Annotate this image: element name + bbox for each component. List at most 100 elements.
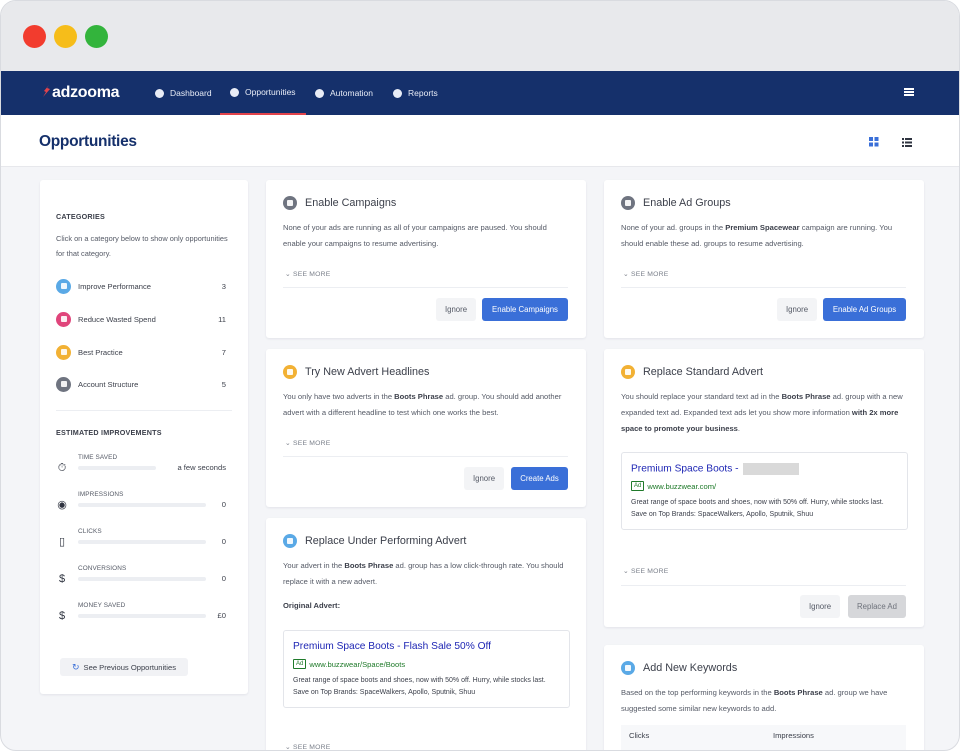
card-divider bbox=[283, 287, 568, 288]
categories-heading: CATEGORIES bbox=[56, 212, 105, 221]
estimate-value: 0 bbox=[221, 574, 226, 583]
nav-reports[interactable]: Reports bbox=[393, 71, 438, 115]
categories-help-text: Click on a category below to show only o… bbox=[56, 234, 228, 258]
nav-dashboard[interactable]: Dashboard bbox=[155, 71, 212, 115]
money-saved-icon: $ bbox=[58, 610, 66, 622]
category-account-structure[interactable]: Account Structure 5 bbox=[56, 376, 226, 392]
page-title: Opportunities bbox=[39, 133, 137, 150]
opportunity-card-replace-standard: Replace Standard Advert You should repla… bbox=[604, 349, 924, 627]
maximize-window-button[interactable] bbox=[85, 25, 108, 48]
see-more-link[interactable]: ⌄ SEE MORE bbox=[623, 567, 668, 575]
estimate-bar bbox=[78, 577, 206, 581]
improve-performance-icon bbox=[283, 534, 297, 548]
card-divider bbox=[621, 287, 906, 288]
mouse-icon: ▯ bbox=[58, 536, 66, 548]
minimize-window-button[interactable] bbox=[54, 25, 77, 48]
see-more-link[interactable]: ⌄ SEE MORE bbox=[285, 439, 330, 447]
card-divider bbox=[283, 456, 568, 457]
enable-ad-groups-button[interactable]: Enable Ad Groups bbox=[823, 298, 906, 321]
menu-icon[interactable] bbox=[904, 88, 914, 96]
estimate-time-saved: ⏱ TIME SAVED a few seconds bbox=[56, 454, 232, 482]
ad-description: Great range of space boots and shoes, no… bbox=[631, 499, 884, 518]
original-advert-label: Original Advert: bbox=[283, 601, 341, 610]
category-label: Best Practice bbox=[78, 347, 123, 357]
category-count: 7 bbox=[221, 347, 226, 357]
best-practice-icon bbox=[56, 344, 71, 360]
see-previous-opportunities-button[interactable]: ↻ See Previous Opportunities bbox=[60, 658, 188, 676]
account-structure-icon bbox=[283, 196, 297, 210]
enable-campaigns-button[interactable]: Enable Campaigns bbox=[482, 298, 568, 321]
brand-logo[interactable]: adzooma bbox=[41, 83, 120, 103]
clicks-column-header: Clicks bbox=[629, 731, 650, 740]
see-more-link[interactable]: ⌄ SEE MORE bbox=[285, 743, 330, 750]
category-label: Improve Performance bbox=[78, 281, 152, 291]
compass-icon bbox=[155, 88, 164, 98]
estimate-bar bbox=[78, 614, 206, 618]
card-divider bbox=[621, 585, 906, 586]
opportunity-card-add-keywords: Add New Keywords Based on the top perfor… bbox=[604, 645, 924, 750]
estimate-value: 0 bbox=[221, 537, 226, 546]
opportunity-title: Add New Keywords bbox=[643, 662, 738, 674]
estimate-value: £0 bbox=[217, 611, 226, 620]
category-improve-performance[interactable]: Improve Performance 3 bbox=[56, 278, 226, 294]
opportunity-title: Replace Standard Advert bbox=[643, 366, 764, 378]
category-best-practice[interactable]: Best Practice 7 bbox=[56, 344, 226, 360]
ad-description: Great range of space boots and shoes, no… bbox=[293, 677, 546, 696]
estimate-bar bbox=[78, 540, 206, 544]
ignore-button[interactable]: Ignore bbox=[464, 467, 504, 490]
estimate-label: IMPRESSIONS bbox=[78, 491, 124, 498]
nav-dashboard-label: Dashboard bbox=[170, 88, 212, 98]
history-icon: ↻ bbox=[72, 661, 80, 672]
dollar-icon: $ bbox=[58, 573, 66, 585]
rocket-icon bbox=[43, 85, 50, 97]
see-more-link[interactable]: ⌄ SEE MORE bbox=[623, 270, 668, 278]
original-advert-preview: Premium Space Boots - Flash Sale 50% Off… bbox=[283, 630, 570, 708]
category-reduce-wasted-spend[interactable]: Reduce Wasted Spend 11 bbox=[56, 311, 226, 327]
replace-ad-button[interactable]: Replace Ad bbox=[848, 595, 906, 618]
impressions-column-header: Impressions bbox=[773, 731, 814, 740]
estimate-money-saved: $ MONEY SAVED £0 bbox=[56, 602, 232, 630]
stopwatch-icon: ⏱ bbox=[57, 462, 67, 474]
estimate-value: a few seconds bbox=[177, 463, 226, 472]
account-structure-icon bbox=[621, 196, 635, 210]
sidebar-divider bbox=[56, 410, 232, 411]
ignore-button[interactable]: Ignore bbox=[800, 595, 840, 618]
eye-icon: ◉ bbox=[57, 499, 67, 511]
opportunity-title: Enable Campaigns bbox=[305, 197, 397, 209]
categories-sidebar: CATEGORIES Click on a category below to … bbox=[40, 180, 248, 694]
ignore-button[interactable]: Ignore bbox=[436, 298, 476, 321]
estimate-clicks: ▯ CLICKS 0 bbox=[56, 528, 232, 556]
estimate-bar bbox=[78, 503, 206, 507]
account-structure-icon bbox=[56, 376, 71, 392]
estimate-label: MONEY SAVED bbox=[78, 602, 126, 609]
plus-circle-icon bbox=[230, 87, 239, 97]
redacted-text bbox=[742, 463, 799, 475]
grid-view-icon[interactable] bbox=[869, 137, 879, 147]
nav-opportunities[interactable]: Opportunities bbox=[220, 71, 306, 115]
top-navbar: adzooma Dashboard Opportunities Automati… bbox=[1, 71, 959, 115]
ad-badge: Ad bbox=[631, 481, 645, 491]
opportunity-card-replace-under-performing: Replace Under Performing Advert Your adv… bbox=[266, 518, 586, 750]
ad-headline: Premium Space Boots - bbox=[631, 463, 799, 475]
category-label: Account Structure bbox=[78, 379, 139, 389]
opportunity-description: Your advert in the Boots Phrase ad. grou… bbox=[283, 561, 564, 586]
brand-name: adzooma bbox=[52, 84, 120, 101]
ignore-button[interactable]: Ignore bbox=[777, 298, 817, 321]
opportunity-description: None of your ad. groups in the Premium S… bbox=[621, 223, 893, 248]
list-view-icon[interactable] bbox=[902, 137, 912, 147]
keywords-table: Clicks Impressions bbox=[621, 725, 906, 750]
opportunity-description: Based on the top performing keywords in … bbox=[621, 688, 888, 713]
nav-automation[interactable]: Automation bbox=[315, 71, 373, 115]
create-ads-button[interactable]: Create Ads bbox=[511, 467, 568, 490]
best-practice-icon bbox=[621, 365, 635, 379]
estimated-improvements-heading: ESTIMATED IMPROVEMENTS bbox=[56, 428, 162, 437]
category-count: 3 bbox=[221, 281, 226, 291]
estimate-label: CLICKS bbox=[78, 528, 102, 535]
close-window-button[interactable] bbox=[23, 25, 46, 48]
ad-url: Ad www.buzzwear/Space/Boots bbox=[293, 659, 405, 669]
nav-reports-label: Reports bbox=[408, 88, 438, 98]
pie-chart-icon bbox=[393, 88, 402, 98]
nav-opportunities-label: Opportunities bbox=[245, 87, 296, 97]
opportunity-title: Enable Ad Groups bbox=[643, 197, 731, 209]
see-more-link[interactable]: ⌄ SEE MORE bbox=[285, 270, 330, 278]
